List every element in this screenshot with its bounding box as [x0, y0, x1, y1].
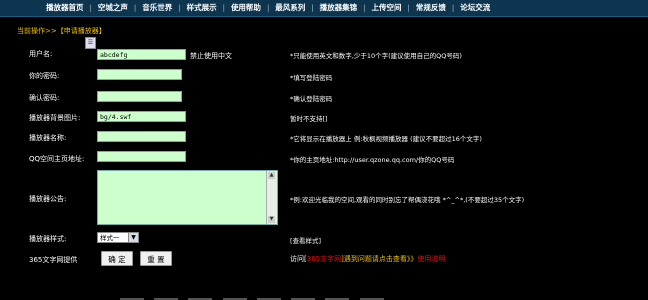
nav-item-styles[interactable]: 样式展示	[181, 0, 223, 16]
qq-home-input[interactable]	[97, 151, 186, 162]
announcement-note: *例:欢迎光临我的空间,观看的同时别忘了帮偶浇花哦 *^_^*,(不要超过35个…	[290, 196, 525, 204]
bg-image-note: 暂时不支持[]	[290, 115, 328, 123]
nav-item-series[interactable]: 最风系列	[269, 0, 311, 16]
username-label: 用户名:	[29, 50, 53, 58]
nav-item-home[interactable]: 播放器首页	[40, 0, 90, 16]
player-name-note: *它将显示在播放器上 例:秋枫视频播放器 (建议不要超过16个文字)	[290, 135, 482, 143]
confirm-password-note: *确认登陆密码	[290, 95, 333, 103]
style-select[interactable]: 样式一 ▼	[97, 232, 139, 243]
visit-notice: 访问[365文字网]遇到问题请点击查看》》使用说明	[290, 254, 445, 264]
nav-item-collection[interactable]: 播放器集锦	[314, 0, 364, 16]
confirm-password-label: 确认密码:	[29, 94, 60, 102]
qq-home-label: QQ空间主页地址:	[29, 155, 85, 163]
confirm-button[interactable]: 确 定	[101, 251, 133, 266]
password-note: *填写登陆密码	[290, 74, 333, 82]
announcement-label: 播放器公告:	[29, 195, 67, 203]
nav-menu: 播放器首页 | 空城之声 | 音乐世界 | 样式展示 | 使用帮助 | 最风系列 | 播放器…	[40, 0, 496, 16]
breadcrumb-current[interactable]: 【申请播放器】	[57, 27, 106, 35]
document-icon: ☰	[85, 37, 96, 49]
player-name-input[interactable]	[97, 131, 186, 142]
player-name-label: 播放器名称:	[29, 134, 67, 142]
qq-home-note: *你的主页地址:http://user.qzone.qq.com/你的QQ号码	[290, 156, 455, 164]
visit-middle: ]遇到问题请点击查看》》	[341, 255, 418, 263]
breadcrumb-prefix: 当前操作>>	[17, 27, 57, 35]
nav-item-help[interactable]: 使用帮助	[225, 0, 267, 16]
visit-prefix: 访问[	[290, 255, 307, 263]
confirm-password-input[interactable]	[97, 91, 182, 102]
username-hint: 禁止使用中文	[190, 52, 232, 60]
username-note: *只能使用英文和数字,少于10个字(建议使用自己的QQ号码)	[290, 52, 462, 60]
reset-button[interactable]: 重 置	[140, 251, 172, 266]
bg-image-label: 播放器背景图片:	[29, 114, 81, 122]
nav-item-upload[interactable]: 上传空间	[366, 0, 408, 16]
nav-item-sound[interactable]: 空城之声	[92, 0, 134, 16]
top-nav-bar: 播放器首页 | 空城之声 | 音乐世界 | 样式展示 | 使用帮助 | 最风系列 | 播放器…	[0, 0, 648, 17]
view-style-link[interactable]: [查看样式]	[290, 235, 321, 245]
breadcrumb: 当前操作>>【申请播放器】	[17, 26, 106, 36]
scroll-down-icon[interactable]: ▼	[268, 216, 275, 223]
style-select-value: 样式一	[100, 234, 120, 242]
nav-item-forum[interactable]: 论坛交流	[454, 0, 496, 16]
site-link[interactable]: 365文字网	[307, 255, 341, 263]
instructions-link[interactable]: 使用说明	[417, 255, 445, 263]
textarea-scrollbar[interactable]: ▲ ▼	[266, 171, 277, 224]
announcement-textarea[interactable]: ▲ ▼	[97, 170, 278, 225]
bg-image-input[interactable]: bg/4.swf	[97, 111, 186, 122]
username-input[interactable]: abcdefg	[97, 49, 186, 60]
scroll-up-icon[interactable]: ▲	[268, 172, 275, 179]
chevron-down-icon[interactable]: ▼	[128, 233, 138, 242]
nav-item-feedback[interactable]: 常规反馈	[410, 0, 452, 16]
password-label: 你的密码:	[29, 72, 60, 80]
password-input[interactable]	[97, 69, 182, 80]
nav-item-music[interactable]: 音乐世界	[136, 0, 178, 16]
provider-label: 365文字网提供	[29, 256, 78, 264]
style-label: 播放器样式:	[29, 235, 67, 243]
footer-links	[120, 294, 540, 300]
